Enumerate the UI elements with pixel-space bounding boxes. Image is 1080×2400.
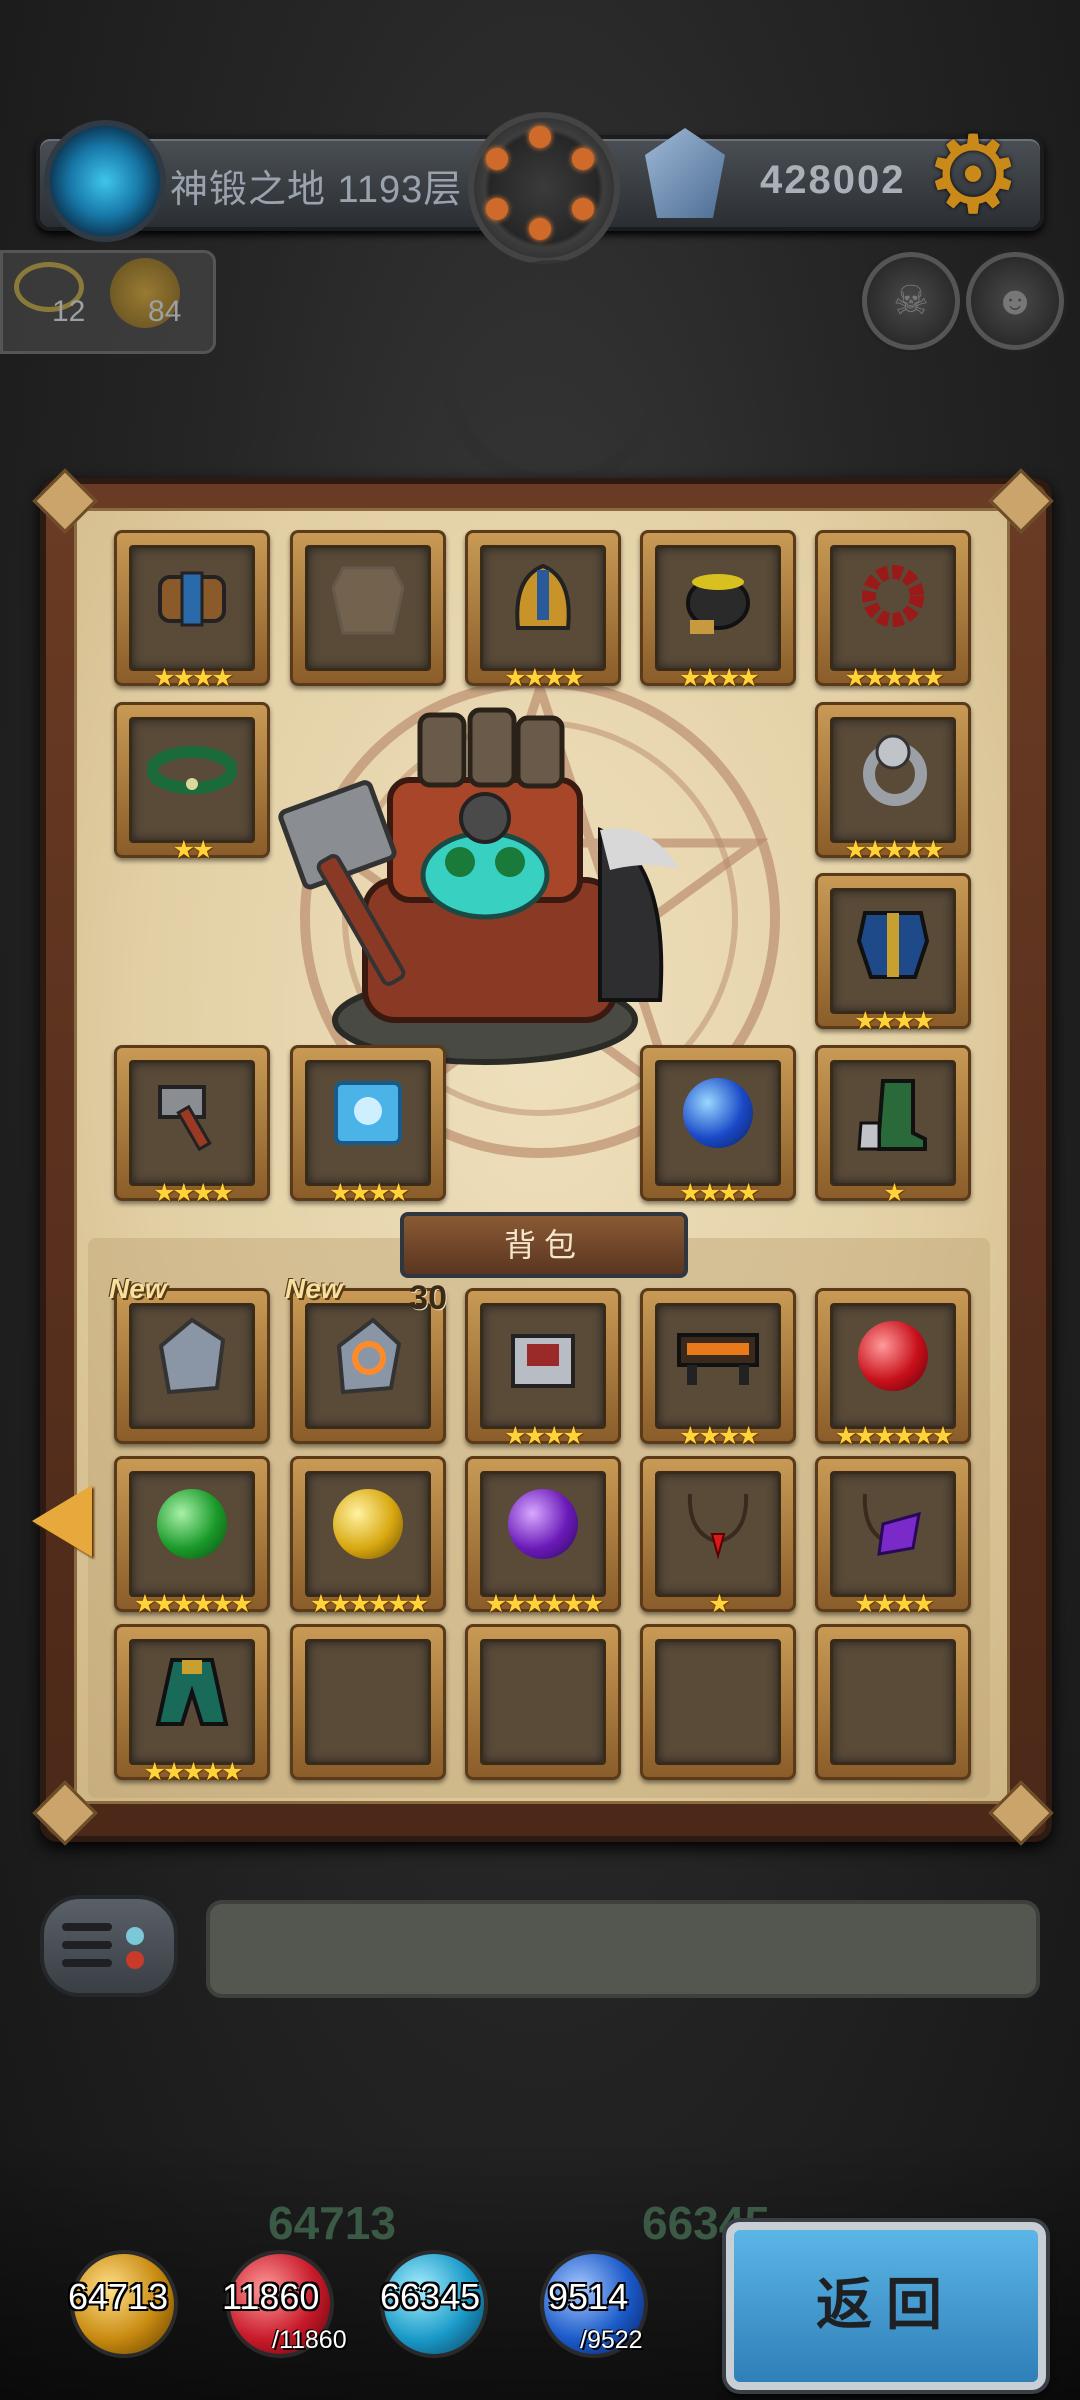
star-rating: ★★★★: [329, 1179, 410, 1207]
equip-slot-rune-tile[interactable]: ★★★★: [290, 1045, 446, 1207]
gear-icon[interactable]: ⚙: [918, 120, 1028, 230]
bracer-icon: [117, 523, 267, 673]
green-orb-icon: [117, 1449, 267, 1599]
equip-slot-chestplate[interactable]: ★★★★: [815, 873, 971, 1035]
equip-slot-beads[interactable]: ★★★★★: [815, 530, 971, 692]
mask-button[interactable]: ☻: [966, 252, 1064, 350]
star-rating: ★★★★: [854, 1007, 935, 1035]
star-rating: ★★★★: [153, 1179, 234, 1207]
mana-value: 9514: [548, 2276, 629, 2317]
equip-slot-ring[interactable]: ★★★★★: [815, 702, 971, 864]
bag-item[interactable]: ★★★★★: [114, 1624, 270, 1786]
star-rating: ★★★★: [504, 664, 585, 692]
bag-item[interactable]: ★★★★★★: [290, 1456, 446, 1618]
star-rating: ★★★★: [679, 664, 760, 692]
chat-icon[interactable]: [40, 1895, 178, 1997]
yellow-orb-icon: [293, 1449, 443, 1599]
star-rating: ★★★★: [679, 1422, 760, 1450]
star-rating: ★★★★: [854, 1590, 935, 1618]
star-rating: ★★: [172, 836, 215, 864]
defense-value: 66345: [380, 2276, 481, 2317]
bag-item[interactable]: ★★★★★★: [815, 1288, 971, 1450]
helmet-icon: [468, 523, 618, 673]
armor-placeholder-icon: [293, 523, 443, 673]
green-boots-icon: [818, 1038, 968, 1188]
bag-slot-empty[interactable]: [815, 1624, 971, 1780]
prayer-beads-icon: [818, 523, 968, 673]
cauldron-icon: [643, 523, 793, 673]
hammer-icon: [117, 1038, 267, 1188]
bag-slot-empty[interactable]: [465, 1624, 621, 1780]
hp-value: 11860: [222, 2276, 320, 2317]
return-button[interactable]: 返回: [726, 2222, 1046, 2390]
silver-chest-icon: [468, 1281, 618, 1431]
attack-value: 64713: [68, 2276, 169, 2317]
bag-title: 背包: [400, 1212, 688, 1278]
portal-icon[interactable]: [44, 120, 166, 242]
bag-item[interactable]: ★★★★★★: [465, 1456, 621, 1618]
hp-max: /11860: [272, 2326, 347, 2354]
equip-slot-hammer[interactable]: ★★★★: [114, 1045, 270, 1207]
counter-left: 12: [52, 295, 86, 328]
star-rating: ★★★★★★: [834, 1422, 954, 1450]
star-rating: ★★★★: [504, 1422, 585, 1450]
new-badge: New: [285, 1273, 343, 1304]
equip-slot-armor-empty[interactable]: [290, 530, 446, 686]
star-rating: ★★★★★: [844, 664, 944, 692]
equip-slot-band[interactable]: ★★: [114, 702, 270, 864]
equip-slot-cauldron[interactable]: ★★★★: [640, 530, 796, 692]
floor-label: 神锻之地 1193层: [170, 169, 463, 211]
star-rating: ★★★★★: [844, 836, 944, 864]
ice-rune-icon: [293, 1038, 443, 1188]
equip-slot-eye-orb[interactable]: ★★★★: [640, 1045, 796, 1207]
bag-item[interactable]: New: [109, 1273, 270, 1444]
blue-eye-orb-icon: [643, 1038, 793, 1188]
hero-character[interactable]: [270, 700, 700, 1070]
bag-item[interactable]: ★★★★: [465, 1288, 621, 1450]
equip-slot-helmet[interactable]: ★★★★: [465, 530, 621, 692]
forge-anvil-icon: [643, 1281, 793, 1431]
bag-item[interactable]: ★★★★: [640, 1288, 796, 1450]
bag-item[interactable]: ★★★★: [815, 1456, 971, 1618]
equip-slot-bracer[interactable]: ★★★★: [114, 530, 270, 692]
star-rating: ★★★★: [153, 664, 234, 692]
star-rating: ★: [708, 1590, 730, 1618]
star-rating: ★★★★★★: [309, 1590, 429, 1618]
jade-cloak-icon: [117, 1617, 267, 1767]
gold-amount: 428002: [760, 158, 906, 202]
bag-item[interactable]: ★★★★★★: [114, 1456, 270, 1618]
purple-gem-necklace-icon: [818, 1449, 968, 1599]
star-rating: ★: [883, 1179, 905, 1207]
equip-slot-boots[interactable]: ★: [815, 1045, 971, 1207]
star-rating: ★★★★★: [143, 1758, 243, 1786]
item-quantity: 30: [409, 1279, 447, 1317]
mana-max: /9522: [580, 2326, 643, 2354]
left-arrow-icon[interactable]: [32, 1485, 92, 1557]
red-orb-icon: [818, 1281, 968, 1431]
medallion-icon[interactable]: [468, 112, 620, 264]
jade-bracelet-icon: [117, 695, 267, 845]
red-gem-necklace-icon: [643, 1449, 793, 1599]
chat-message-box[interactable]: [206, 1900, 1040, 1998]
counter-right: 84: [148, 295, 182, 328]
star-rating: ★★★★: [679, 1179, 760, 1207]
silver-ring-icon: [818, 695, 968, 845]
star-rating: ★★★★★★: [484, 1590, 604, 1618]
blue-armor-icon: [818, 866, 968, 1016]
bag-item[interactable]: ★: [640, 1456, 796, 1618]
bag-item[interactable]: New 30: [285, 1273, 447, 1444]
purple-orb-icon: [468, 1449, 618, 1599]
background-machine: [440, 260, 668, 488]
new-badge: New: [109, 1273, 167, 1304]
ghost-attack-number: 64713: [268, 2197, 396, 2249]
star-rating: ★★★★★★: [133, 1590, 253, 1618]
bag-slot-empty[interactable]: [640, 1624, 796, 1780]
skull-button[interactable]: ☠: [862, 252, 960, 350]
bag-slot-empty[interactable]: [290, 1624, 446, 1780]
